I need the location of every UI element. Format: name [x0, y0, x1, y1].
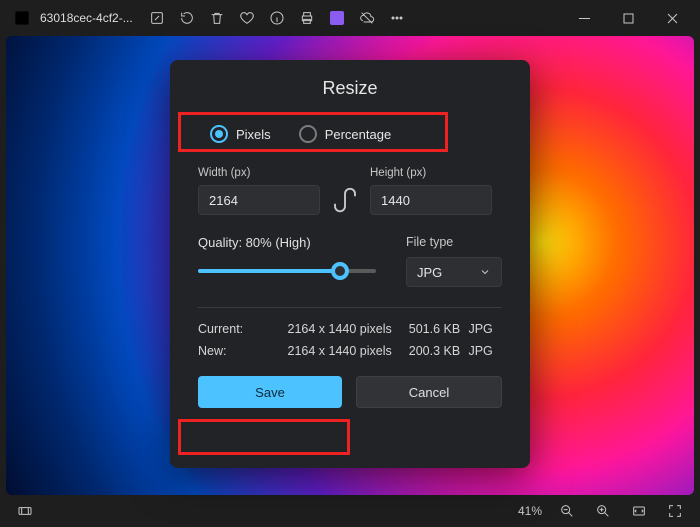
- radio-pixels-label: Pixels: [236, 127, 271, 142]
- fit-icon[interactable]: [624, 496, 654, 526]
- radio-percentage[interactable]: Percentage: [299, 125, 392, 143]
- dialog-buttons: Save Cancel: [198, 376, 502, 408]
- radio-percentage-label: Percentage: [325, 127, 392, 142]
- filetype-select[interactable]: JPG: [406, 257, 502, 287]
- new-dimensions: 2164 x 1440 pixels: [288, 344, 409, 358]
- new-format: JPG: [468, 344, 502, 358]
- height-input[interactable]: [370, 185, 492, 215]
- app-icon: [12, 8, 32, 28]
- quality-group: Quality: 80% (High): [198, 235, 376, 280]
- filetype-label: File type: [406, 235, 502, 249]
- quality-label: Quality: 80% (High): [198, 235, 376, 250]
- print-icon[interactable]: [293, 4, 321, 32]
- zoom-out-icon[interactable]: [552, 496, 582, 526]
- height-field: Height (px): [370, 167, 492, 215]
- width-label: Width (px): [198, 167, 320, 179]
- titlebar: 63018cec-4cf2-...: [0, 0, 700, 36]
- edit-icon[interactable]: [143, 4, 171, 32]
- dimension-fields: Width (px) Height (px): [198, 167, 502, 215]
- zoom-in-icon[interactable]: [588, 496, 618, 526]
- filetype-value: JPG: [417, 265, 442, 280]
- file-name: 63018cec-4cf2-...: [40, 11, 133, 25]
- radio-pixels[interactable]: Pixels: [210, 125, 271, 143]
- toolbar: [143, 4, 411, 32]
- close-button[interactable]: [650, 2, 694, 34]
- cloud-off-icon[interactable]: [353, 4, 381, 32]
- units-radio-group: Pixels Percentage: [198, 117, 502, 151]
- current-size: 501.6 KB: [409, 322, 469, 336]
- divider: [198, 307, 502, 308]
- current-dimensions: 2164 x 1440 pixels: [288, 322, 409, 336]
- current-label: Current:: [198, 322, 288, 336]
- width-input[interactable]: [198, 185, 320, 215]
- aspect-lock-icon[interactable]: [330, 185, 360, 215]
- new-size: 200.3 KB: [409, 344, 469, 358]
- dialog-title: Resize: [198, 78, 502, 99]
- photos-app-window: 63018cec-4cf2-... 41% Resize: [0, 0, 700, 527]
- height-label: Height (px): [370, 167, 492, 179]
- info-current-row: Current: 2164 x 1440 pixels 501.6 KB JPG: [198, 322, 502, 336]
- width-field: Width (px): [198, 167, 320, 215]
- info-new-row: New: 2164 x 1440 pixels 200.3 KB JPG: [198, 344, 502, 358]
- cancel-button[interactable]: Cancel: [356, 376, 502, 408]
- maximize-button[interactable]: [606, 2, 650, 34]
- chevron-down-icon: [479, 266, 491, 278]
- more-icon[interactable]: [383, 4, 411, 32]
- info-icon[interactable]: [263, 4, 291, 32]
- filetype-group: File type JPG: [406, 235, 502, 287]
- radio-dot-icon: [299, 125, 317, 143]
- save-button[interactable]: Save: [198, 376, 342, 408]
- resize-dialog: Resize Pixels Percentage Width (px) Heig…: [170, 60, 530, 468]
- clipchamp-icon[interactable]: [323, 4, 351, 32]
- rotate-icon[interactable]: [173, 4, 201, 32]
- statusbar: 41%: [0, 495, 700, 527]
- delete-icon[interactable]: [203, 4, 231, 32]
- filmstrip-icon[interactable]: [10, 496, 40, 526]
- fullscreen-icon[interactable]: [660, 496, 690, 526]
- quality-slider[interactable]: [198, 262, 376, 280]
- zoom-level: 41%: [518, 504, 542, 518]
- minimize-button[interactable]: [562, 2, 606, 34]
- favorite-icon[interactable]: [233, 4, 261, 32]
- current-format: JPG: [468, 322, 502, 336]
- new-label: New:: [198, 344, 288, 358]
- radio-dot-icon: [210, 125, 228, 143]
